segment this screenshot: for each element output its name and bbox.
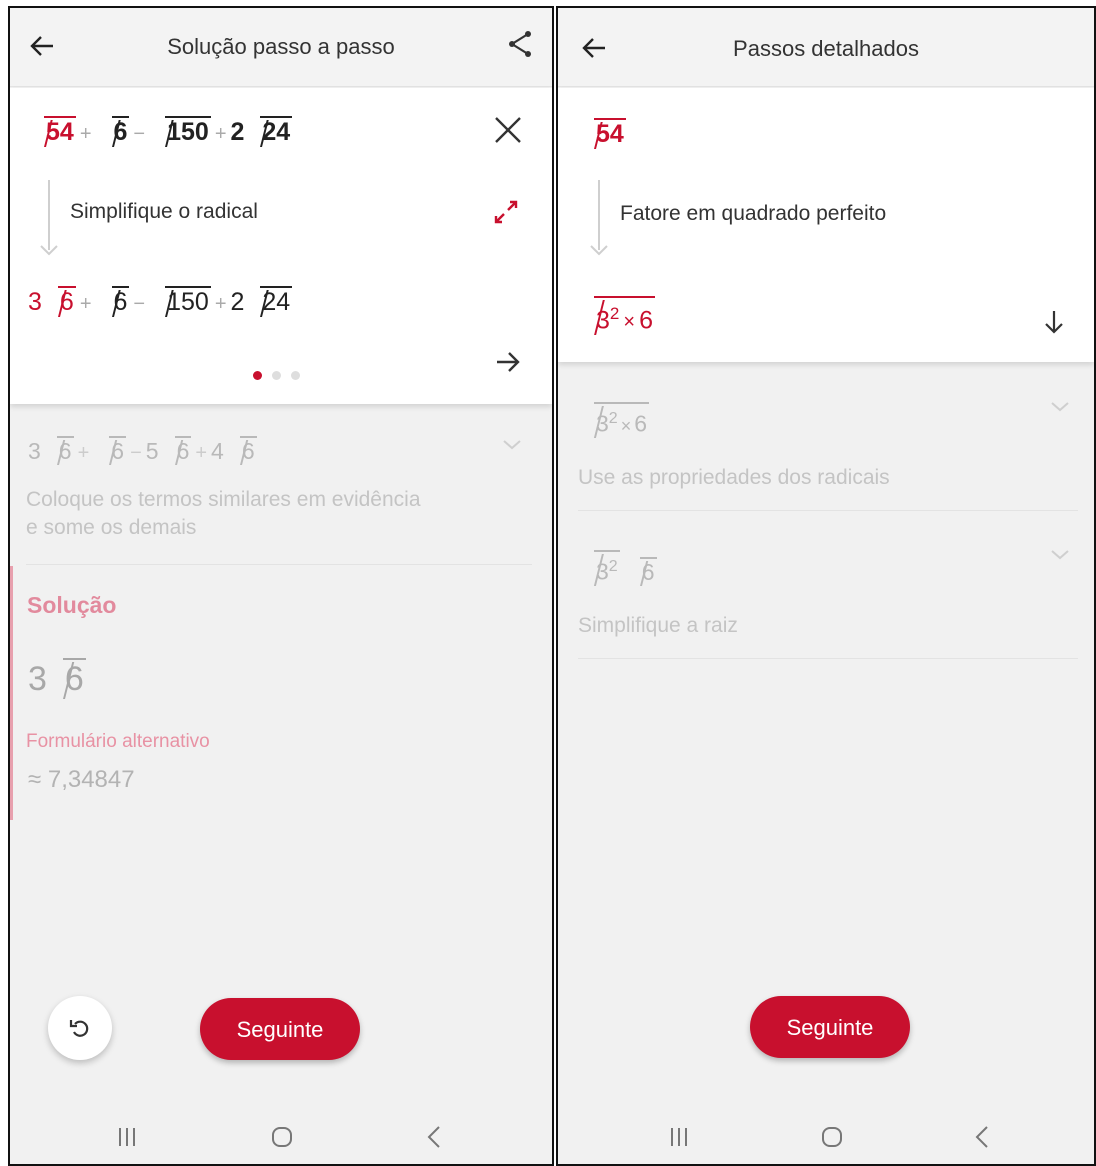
step-rule-label: Fatore em quadrado perfeito [620,202,887,225]
right-screen: Passos detalhados 54 Fatore em quadrado … [556,6,1096,1166]
next-step-description: Coloque os termos similares em evidência… [26,488,421,539]
left-screen: Solução passo a passo 54 +6−150 +2 24 Simpl… [8,6,554,1166]
step-arrow-icon [590,245,608,256]
divider [578,658,1078,659]
solution-heading: Solução [27,592,117,618]
pager-dot[interactable] [272,371,281,380]
step-connector [598,180,600,250]
expression-result: 3 6 +6−150 +2 24 [28,286,293,316]
undo-icon [69,1020,89,1037]
pager-dot[interactable] [253,371,262,380]
sub-step-expression: 32 6 [578,550,657,586]
step-connector [48,180,50,250]
alternative-form-label: Formulário alternativo [26,731,210,752]
pager-dot[interactable] [291,371,300,380]
chevron-down-icon[interactable] [500,436,524,454]
current-step-card: 54 +6−150 +2 24 Simplifique o radical 3 6 +6−… [10,88,552,404]
expand-icon[interactable] [486,192,526,232]
sub-step-expression: 32 × 6 [578,402,650,438]
recent-apps-icon[interactable] [668,1126,690,1148]
share-icon[interactable] [500,24,540,64]
page-title: Passos detalhados [733,36,919,61]
sub-step-description: Simplifique a raiz [578,614,738,637]
arrow-down-icon[interactable] [1034,302,1074,342]
alternative-form-value: ≈ 7,34847 [28,766,135,793]
close-icon[interactable] [488,110,528,150]
forward-arrow-icon[interactable] [488,342,528,382]
home-icon[interactable] [270,1125,294,1149]
system-back-icon[interactable] [426,1125,442,1149]
top-app-bar: Passos detalhados [558,8,1094,87]
sub-step-description: Use as propriedades dos radicais [578,466,890,489]
step-rule-label: Simplifique o radical [70,200,258,223]
divider [578,510,1078,511]
chevron-down-icon[interactable] [1048,546,1072,564]
solution-value: 36 [28,658,86,698]
home-icon[interactable] [820,1125,844,1149]
divider [26,564,532,565]
solution-accent-bar [10,566,13,820]
top-app-bar: Solução passo a passo [10,8,552,87]
undo-button[interactable] [48,996,112,1060]
step-pager-dots[interactable] [248,367,305,385]
page-title: Solução passo a passo [167,34,395,59]
expression-original: 54 +6−150 +2 24 [28,116,293,147]
step-arrow-icon [40,245,58,256]
detailed-step-card: 54 Fatore em quadrado perfeito 32 × 6 [558,88,1094,362]
next-step-expression: 3 6 +6−5 6 +4 6 [28,436,257,464]
system-nav-bar [558,1100,1094,1164]
next-button[interactable]: Seguinte [200,998,360,1060]
system-back-icon[interactable] [974,1125,990,1149]
expression-result: 32 × 6 [578,296,655,335]
expression-original: 54 [578,118,626,149]
next-button[interactable]: Seguinte [750,996,910,1058]
system-nav-bar [10,1100,552,1164]
recent-apps-icon[interactable] [116,1126,138,1148]
chevron-down-icon[interactable] [1048,398,1072,416]
